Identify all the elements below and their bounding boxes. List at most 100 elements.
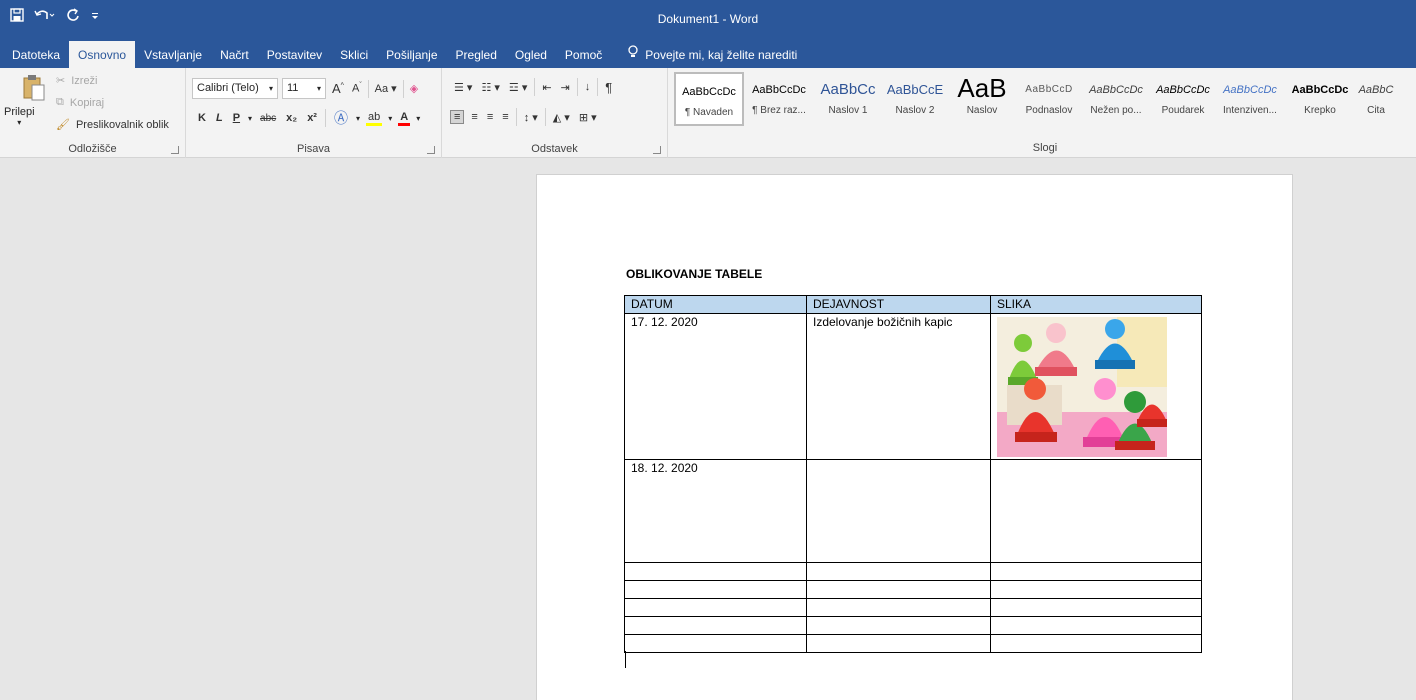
copy-icon: ⧉ [56, 96, 64, 108]
bold-button[interactable]: K [196, 112, 208, 124]
font-color-icon[interactable]: A [398, 111, 411, 126]
style-emphasis[interactable]: AaBbCcDc Poudarek [1150, 72, 1216, 126]
table-cell[interactable] [990, 580, 1202, 599]
underline-button[interactable]: P [231, 112, 242, 124]
font-size-select[interactable]: 11 ▾ [282, 78, 326, 99]
table-cell[interactable] [806, 616, 991, 635]
text-effects-icon[interactable]: Ⓐ [332, 108, 350, 128]
chevron-down-icon[interactable]: ▾ [416, 114, 420, 123]
change-case-label: Aa [374, 83, 389, 95]
table-cell[interactable] [806, 634, 991, 653]
tab-postavitev[interactable]: Postavitev [258, 42, 331, 68]
table-cell[interactable] [990, 598, 1202, 617]
style-preview: AaBbCcDc [752, 84, 806, 96]
table-header-cell[interactable]: DATUM [624, 295, 807, 314]
style-title[interactable]: AaB Naslov [948, 72, 1016, 126]
grow-font-icon[interactable]: A^ [330, 81, 346, 96]
tab-vstavljanje[interactable]: Vstavljanje [135, 42, 211, 68]
align-left-icon[interactable]: ≡ [450, 110, 465, 124]
tab-posiljanje[interactable]: Pošiljanje [377, 42, 446, 68]
tab-ogled[interactable]: Ogled [506, 42, 556, 68]
table-cell[interactable] [624, 598, 807, 617]
tab-nacrt[interactable]: Načrt [211, 42, 258, 68]
table-cell[interactable] [624, 562, 807, 581]
subscript-button[interactable]: x₂ [284, 112, 299, 124]
cut-button[interactable]: ✂ Izreži [56, 74, 100, 88]
text-cursor [625, 651, 626, 668]
align-center-icon[interactable]: ≡ [469, 111, 479, 123]
table-cell[interactable]: 18. 12. 2020 [624, 459, 807, 563]
document-page[interactable]: OBLIKOVANJE TABELE DATUM DEJAVNOST SLIKA… [536, 174, 1293, 700]
divider [367, 79, 369, 98]
table-header-cell[interactable]: DEJAVNOST [806, 295, 991, 314]
font-family-value: Calibri (Telo) [197, 82, 259, 94]
chevron-down-icon[interactable]: ▾ [356, 114, 360, 123]
table-cell[interactable] [806, 580, 991, 599]
paragraph-launcher-icon[interactable] [653, 146, 661, 154]
table-cell[interactable] [990, 562, 1202, 581]
style-subtitle[interactable]: AaBbCcD Podnaslov [1016, 72, 1082, 126]
align-right-icon[interactable]: ≡ [485, 111, 495, 123]
decrease-indent-icon[interactable]: ⇤ [540, 81, 553, 94]
table-cell[interactable] [990, 634, 1202, 653]
tab-sklici[interactable]: Sklici [331, 42, 377, 68]
table-header-cell[interactable]: SLIKA [990, 295, 1202, 314]
copy-button[interactable]: ⧉ Kopiraj [56, 96, 106, 109]
borders-icon[interactable]: ⊞ ▾ [577, 111, 599, 124]
bullets-icon[interactable]: ☰ ▾ [452, 81, 474, 94]
font-launcher-icon[interactable] [427, 146, 435, 154]
increase-indent-icon[interactable]: ⇥ [559, 81, 572, 94]
paste-button[interactable]: Prilepi ▾ [4, 106, 35, 127]
highlight-icon[interactable]: ab [365, 111, 383, 126]
justify-icon[interactable]: ≡ [500, 111, 510, 123]
table-cell[interactable] [624, 616, 807, 635]
document-table[interactable]: DATUM DEJAVNOST SLIKA 17. 12. 2020 Izdel… [624, 295, 1202, 653]
table-cell[interactable] [990, 459, 1202, 563]
multilevel-list-icon[interactable]: ☲ ▾ [507, 81, 529, 94]
style-heading-2[interactable]: AaBbCcE Naslov 2 [882, 72, 948, 126]
table-cell[interactable] [806, 459, 991, 563]
table-cell[interactable]: Izdelovanje božičnih kapic [806, 313, 991, 460]
numbering-icon[interactable]: ☷ ▾ [479, 81, 501, 94]
tab-pomoc[interactable]: Pomoč [556, 42, 611, 68]
show-marks-button[interactable]: ¶ [603, 80, 614, 95]
tab-datoteka[interactable]: Datoteka [3, 42, 69, 68]
table-cell[interactable] [624, 634, 807, 653]
style-heading-1[interactable]: AaBbCc Naslov 1 [814, 72, 882, 126]
style-quote[interactable]: AaBbC Cita [1356, 72, 1396, 126]
table-cell[interactable] [624, 580, 807, 599]
ribbon: Prilepi ▾ ✂ Izreži ⧉ Kopiraj 🖌 Preslikov… [0, 68, 1416, 158]
chevron-down-icon[interactable]: ▾ [388, 114, 392, 123]
font-family-select[interactable]: Calibri (Telo) ▾ [192, 78, 278, 99]
chevron-down-icon[interactable]: ▾ [248, 114, 252, 123]
table-cell[interactable] [806, 562, 991, 581]
strikethrough-button[interactable]: abc [258, 113, 278, 124]
style-normal[interactable]: AaBbCcDc ¶ Navaden [674, 72, 744, 126]
line-spacing-icon[interactable]: ↕ ▾ [522, 111, 540, 124]
change-case-button[interactable]: Aa ▾ [373, 82, 399, 95]
sort-icon[interactable]: ↓ [583, 81, 593, 93]
style-no-spacing[interactable]: AaBbCcDc ¶ Brez raz... [744, 72, 814, 126]
tell-me-box[interactable]: Povejte mi, kaj želite narediti [611, 42, 797, 68]
style-strong[interactable]: AaBbCcDc Krepko [1284, 72, 1356, 126]
style-preview: AaBbCcDc [1156, 84, 1210, 96]
table-cell[interactable] [990, 313, 1202, 460]
italic-button[interactable]: L [214, 112, 225, 124]
table-cell[interactable] [990, 616, 1202, 635]
paste-icon[interactable] [22, 74, 46, 102]
format-painter-button[interactable]: 🖌 Preslikovalnik oblik [56, 118, 171, 132]
tab-pregled[interactable]: Pregled [447, 42, 506, 68]
style-subtle-emphasis[interactable]: AaBbCcDc Nežen po... [1082, 72, 1150, 126]
style-intense-emphasis[interactable]: AaBbCcDc Intenziven... [1216, 72, 1284, 126]
clipboard-launcher-icon[interactable] [171, 146, 179, 154]
superscript-button[interactable]: x² [305, 112, 319, 124]
clear-formatting-icon[interactable]: ◈ [408, 82, 420, 95]
table-cell[interactable] [806, 598, 991, 617]
clipboard-group: Prilepi ▾ ✂ Izreži ⧉ Kopiraj 🖌 Preslikov… [0, 68, 186, 158]
divider [544, 108, 546, 126]
knitted-hats-image[interactable] [997, 317, 1167, 457]
tab-osnovno[interactable]: Osnovno [69, 41, 136, 68]
shading-icon[interactable]: ◭ ▾ [551, 111, 572, 124]
shrink-font-icon[interactable]: Aˇ [350, 82, 364, 95]
table-cell[interactable]: 17. 12. 2020 [624, 313, 807, 460]
